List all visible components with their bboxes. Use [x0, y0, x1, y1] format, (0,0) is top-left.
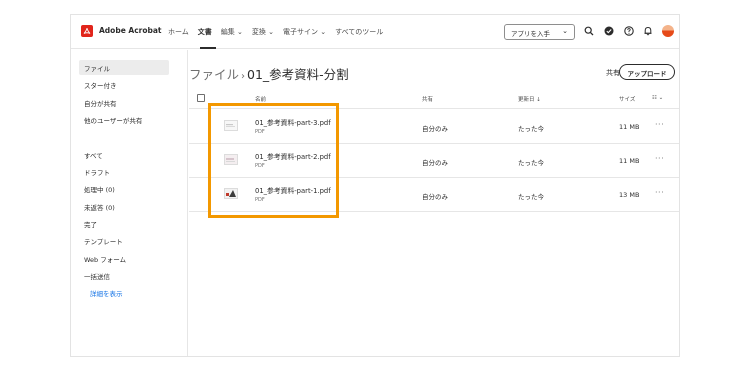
file-size: 11 MB [619, 157, 640, 165]
column-name[interactable]: 名前 [255, 95, 266, 103]
page-title: 01_参考資料-分割 [247, 67, 349, 82]
sidebar-item-show-more[interactable]: 詳細を表示 [85, 285, 175, 300]
sidebar-item-starred[interactable]: スター付き [79, 77, 169, 92]
nav-home[interactable]: ホーム [168, 27, 189, 37]
get-app-button[interactable]: アプリを入手 ⌄ [504, 24, 575, 40]
acrobat-logo-icon[interactable] [81, 25, 93, 37]
upload-button[interactable]: アップロード [619, 64, 675, 80]
file-size: 11 MB [619, 123, 640, 131]
app-name: Adobe Acrobat [99, 26, 162, 35]
more-icon[interactable]: ··· [655, 188, 664, 197]
more-icon[interactable]: ··· [655, 120, 664, 129]
file-shared: 自分のみ [422, 193, 448, 201]
search-icon[interactable] [584, 26, 594, 36]
file-updated: たった今 [518, 159, 544, 167]
file-shared: 自分のみ [422, 159, 448, 167]
sidebar-item-all[interactable]: すべて [79, 147, 169, 162]
column-size[interactable]: サイズ [619, 95, 635, 103]
file-shared: 自分のみ [422, 125, 448, 133]
sidebar-item-completed[interactable]: 完了 [79, 216, 169, 231]
file-updated: たった今 [518, 125, 544, 133]
sidebar-item-unanswered[interactable]: 未返答 (0) [79, 199, 169, 214]
main-nav: ホーム 文書 編集 ⌄ 変換 ⌄ 電子サイン ⌄ すべてのツール [168, 27, 392, 49]
nav-edit[interactable]: 編集 ⌄ [221, 27, 243, 37]
sidebar-item-templates[interactable]: テンプレート [79, 233, 169, 248]
top-bar: Adobe Acrobat ホーム 文書 編集 ⌄ 変換 ⌄ 電子サイン ⌄ す… [71, 15, 679, 49]
bell-icon[interactable] [643, 26, 653, 36]
check-circle-icon[interactable] [604, 26, 614, 36]
highlight-box [208, 103, 339, 218]
breadcrumb-separator: › [241, 71, 246, 82]
column-shared[interactable]: 共有 [422, 95, 433, 103]
sidebar-item-files[interactable]: ファイル [79, 60, 169, 75]
nav-esign[interactable]: 電子サイン ⌄ [283, 27, 326, 37]
share-button[interactable]: 共有 [606, 68, 620, 78]
breadcrumb-parent[interactable]: ファイル [189, 67, 239, 82]
nav-convert[interactable]: 変換 ⌄ [252, 27, 274, 37]
sidebar-item-shared-by-others[interactable]: 他のユーザーが共有 [79, 112, 169, 127]
breadcrumb: ファイル › 01_参考資料-分割 [189, 64, 349, 83]
chevron-down-icon: ⌄ [562, 27, 568, 35]
file-updated: たった今 [518, 193, 544, 201]
file-size: 13 MB [619, 191, 640, 199]
share-label: 共有 [606, 69, 620, 77]
sidebar-item-in-progress[interactable]: 処理中 (0) [79, 181, 169, 196]
sidebar-item-bulk-send[interactable]: 一括送信 [79, 268, 169, 283]
avatar[interactable] [662, 25, 674, 37]
select-all-checkbox[interactable] [197, 94, 205, 102]
acrobat-window: Adobe Acrobat ホーム 文書 編集 ⌄ 変換 ⌄ 電子サイン ⌄ す… [70, 14, 680, 357]
more-icon[interactable]: ··· [655, 154, 664, 163]
help-icon[interactable] [624, 26, 634, 36]
column-updated[interactable]: 更新日 ↓ [518, 95, 541, 103]
nav-active-indicator [200, 47, 216, 49]
sidebar-item-shared-by-me[interactable]: 自分が共有 [79, 95, 169, 110]
get-app-label: アプリを入手 [511, 30, 550, 38]
view-toggle[interactable]: ☷ ⌄ [652, 95, 663, 101]
sidebar-item-drafts[interactable]: ドラフト [79, 164, 169, 179]
nav-documents[interactable]: 文書 [198, 27, 212, 37]
sidebar: ファイル スター付き 自分が共有 他のユーザーが共有 すべて ドラフト 処理中 … [71, 50, 188, 356]
nav-all-tools[interactable]: すべてのツール [335, 27, 383, 37]
sidebar-item-web-forms[interactable]: Web フォーム [79, 251, 169, 266]
